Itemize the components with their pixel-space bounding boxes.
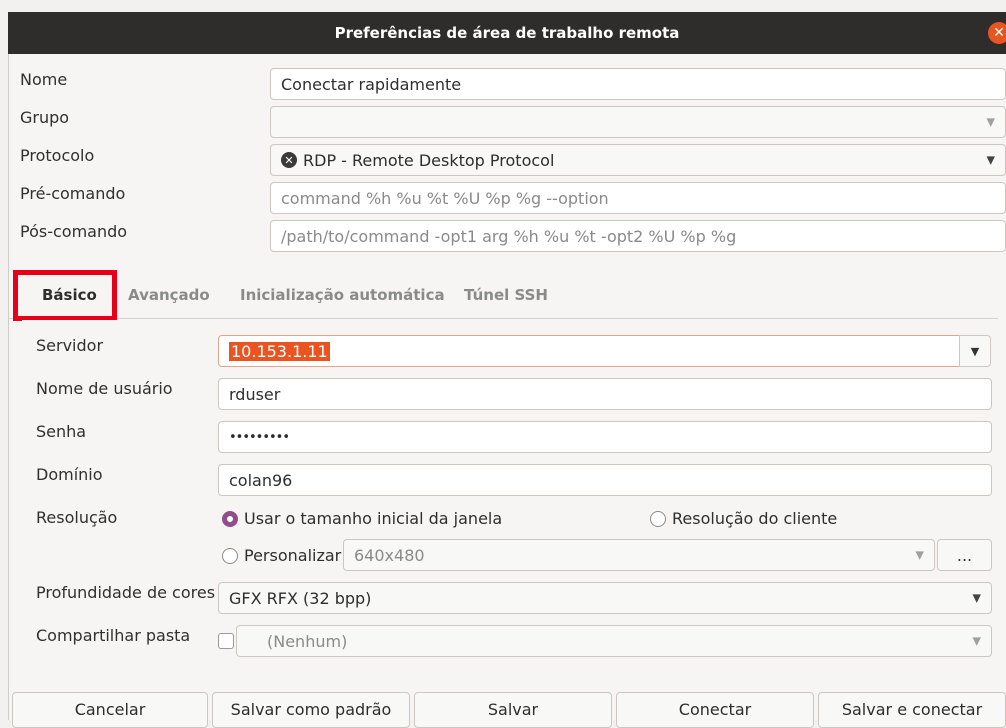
share-folder-label: Compartilhar pasta	[36, 626, 191, 645]
server-input-value: 10.153.1.11	[229, 341, 330, 361]
resolution-more-label: ...	[956, 545, 973, 565]
password-input[interactable]: •••••••••	[218, 421, 992, 453]
resolution-label: Resolução	[36, 508, 118, 527]
username-input-value: rduser	[229, 384, 281, 404]
radio-initial-window-size[interactable]: Usar o tamanho inicial da janela	[222, 509, 502, 528]
radio-custom-resolution-label: Personalizar	[244, 546, 342, 565]
chevron-down-icon[interactable]: ▼	[987, 154, 995, 167]
radio-client-resolution-label: Resolução do cliente	[672, 509, 838, 528]
name-label: Nome	[20, 70, 68, 89]
connect-button-label: Conectar	[678, 700, 752, 719]
tab-tunel-ssh[interactable]: Túnel SSH	[464, 286, 548, 304]
protocol-label: Protocolo	[20, 146, 95, 165]
close-icon[interactable]: ✕	[988, 22, 1006, 44]
save-button[interactable]: Salvar	[414, 692, 612, 728]
postcommand-input[interactable]: /path/to/command -opt1 arg %h %u %t -opt…	[270, 220, 1006, 252]
tab-bar: Básico Avançado Inicialização automática…	[8, 276, 998, 319]
password-input-value: •••••••••	[229, 429, 290, 445]
group-label: Grupo	[20, 108, 70, 127]
cancel-button[interactable]: Cancelar	[12, 692, 208, 728]
color-depth-select[interactable]: GFX RFX (32 bpp) ▼	[218, 582, 992, 614]
radio-unselected-icon	[222, 547, 238, 564]
protocol-select[interactable]: ✕ RDP - Remote Desktop Protocol ▼	[270, 144, 1006, 176]
resolution-more-button[interactable]: ...	[937, 539, 992, 571]
share-folder-combo[interactable]: (Nenhum) ▼	[236, 625, 992, 657]
server-dropdown-button[interactable]: ▼	[959, 335, 991, 367]
connect-button[interactable]: Conectar	[616, 692, 814, 728]
window-titlebar: Preferências de área de trabalho remota …	[8, 12, 1006, 54]
save-and-connect-button-label: Salvar e conectar	[841, 700, 983, 719]
save-as-default-button[interactable]: Salvar como padrão	[212, 692, 410, 728]
precommand-input[interactable]: command %h %u %t %U %p %g --option	[270, 182, 1006, 214]
radio-initial-window-size-label: Usar o tamanho inicial da janela	[244, 509, 503, 528]
chevron-down-icon[interactable]: ▼	[916, 549, 924, 562]
chevron-down-icon[interactable]: ▼	[973, 635, 981, 648]
radio-custom-resolution[interactable]: Personalizar	[222, 546, 341, 565]
username-label: Nome de usuário	[36, 379, 173, 398]
password-label: Senha	[36, 422, 87, 441]
radio-unselected-icon	[650, 510, 666, 527]
chevron-down-icon: ▼	[970, 344, 980, 358]
share-folder-value: (Nenhum)	[267, 631, 348, 651]
name-input-value: Conectar rapidamente	[281, 74, 462, 94]
postcommand-label: Pós-comando	[20, 222, 128, 241]
domain-label: Domínio	[36, 465, 103, 484]
chevron-down-icon[interactable]: ▼	[973, 592, 981, 605]
save-button-label: Salvar	[487, 700, 539, 719]
custom-resolution-combo[interactable]: 640x480 ▼	[343, 539, 935, 571]
precommand-placeholder: command %h %u %t %U %p %g --option	[281, 188, 609, 208]
share-folder-checkbox[interactable]	[218, 633, 234, 649]
protocol-select-value: RDP - Remote Desktop Protocol	[303, 150, 555, 170]
save-as-default-button-label: Salvar como padrão	[230, 700, 392, 719]
window-title: Preferências de área de trabalho remota	[334, 24, 680, 42]
color-depth-value: GFX RFX (32 bpp)	[229, 588, 372, 608]
cancel-button-label: Cancelar	[74, 700, 146, 719]
domain-input-value: colan96	[229, 470, 293, 490]
username-input[interactable]: rduser	[218, 378, 992, 410]
color-depth-label: Profundidade de cores	[36, 583, 216, 602]
tab-avancado[interactable]: Avançado	[128, 286, 210, 304]
radio-client-resolution[interactable]: Resolução do cliente	[650, 509, 837, 528]
precommand-label: Pré-comando	[20, 184, 126, 203]
rdp-protocol-icon: ✕	[281, 152, 297, 168]
group-combo[interactable]: ▼	[270, 106, 1006, 138]
name-input[interactable]: Conectar rapidamente	[270, 68, 1006, 100]
domain-input[interactable]: colan96	[218, 464, 992, 496]
postcommand-placeholder: /path/to/command -opt1 arg %h %u %t -opt…	[281, 226, 737, 246]
tab-inicializacao-automatica[interactable]: Inicialização automática	[240, 286, 445, 304]
server-label: Servidor	[36, 336, 104, 355]
save-and-connect-button[interactable]: Salvar e conectar	[818, 692, 1006, 728]
chevron-down-icon[interactable]: ▼	[987, 116, 995, 129]
custom-resolution-value: 640x480	[354, 545, 425, 565]
server-input[interactable]: 10.153.1.11	[218, 335, 960, 367]
highlight-annotation-box	[13, 270, 117, 321]
radio-selected-icon	[222, 510, 238, 527]
